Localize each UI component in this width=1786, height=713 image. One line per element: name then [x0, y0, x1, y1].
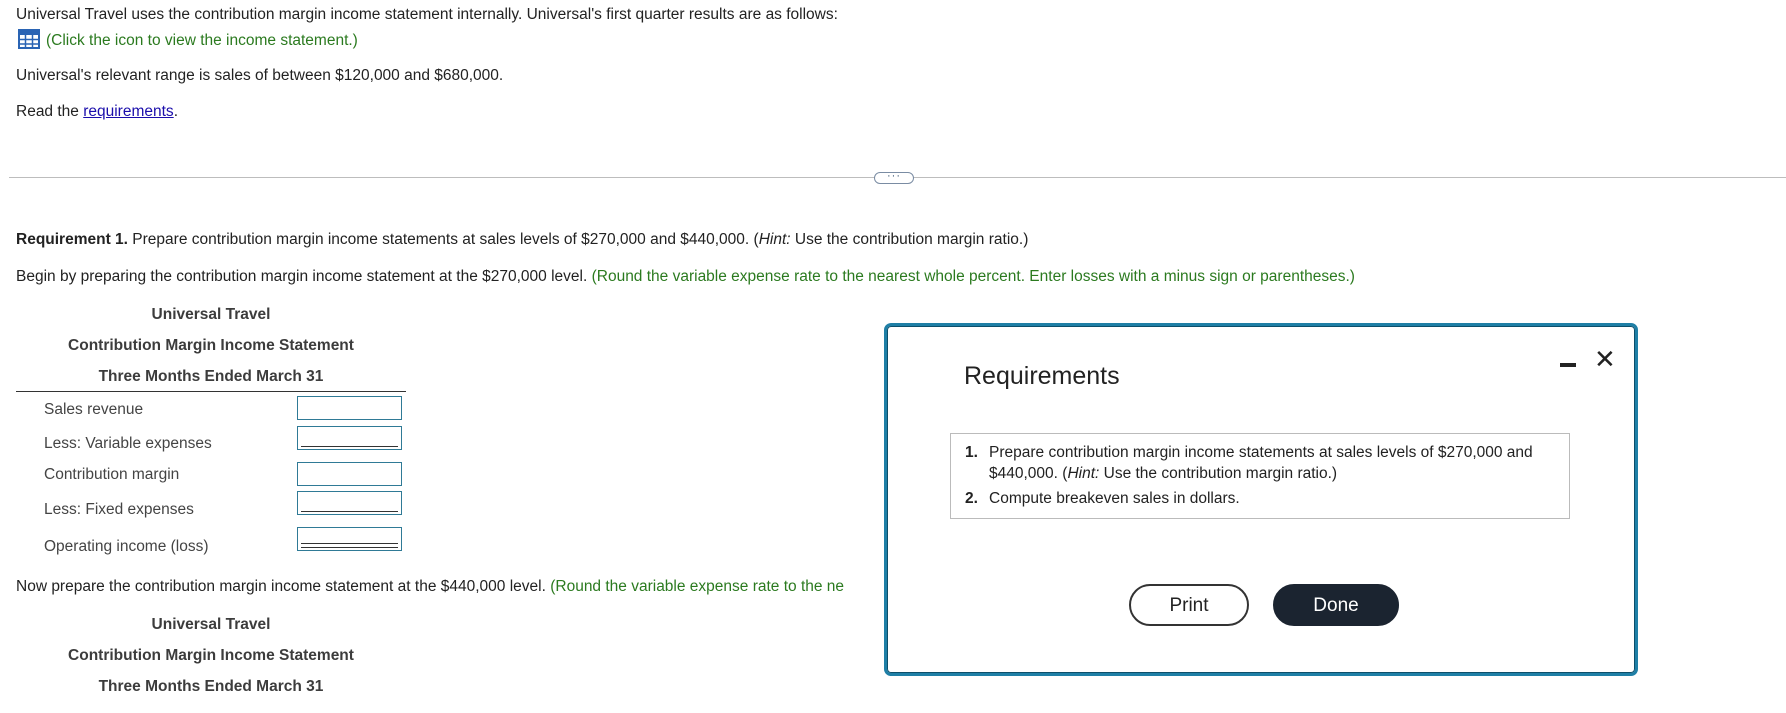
- done-button[interactable]: Done: [1273, 584, 1399, 626]
- requirement-number: 1.: [965, 444, 978, 461]
- requirement-item-1-cont: $440,000. (Hint: Use the contribution ma…: [989, 465, 1337, 483]
- statement2-title: Contribution Margin Income Statement: [68, 647, 354, 664]
- begin-text: Begin by preparing the contribution marg…: [16, 268, 588, 285]
- requirements-list: 1. Prepare contribution margin income sta…: [950, 433, 1570, 519]
- statement1-period: Three Months Ended March 31: [98, 368, 324, 385]
- read-prefix: Read the: [16, 103, 84, 120]
- read-requirements-line: Read the requirements.: [16, 103, 178, 121]
- variable-expenses-input[interactable]: [297, 426, 402, 450]
- row-label-variable-expenses: Less: Variable expenses: [44, 435, 212, 452]
- statement1-company: Universal Travel: [151, 306, 271, 323]
- row-label-contribution-margin: Contribution margin: [44, 466, 180, 483]
- requirement-1-label: Requirement 1.: [16, 231, 128, 248]
- read-suffix: .: [173, 103, 178, 120]
- begin-hint: (Round the variable expense rate to the …: [591, 268, 1355, 285]
- requirement-text-cont: $440,000. (: [989, 465, 1068, 482]
- contribution-margin-input[interactable]: [297, 462, 402, 486]
- hint-word: Hint:: [1067, 465, 1100, 482]
- next-text: Now prepare the contribution margin inco…: [16, 578, 546, 595]
- next-instruction: Now prepare the contribution margin inco…: [16, 578, 844, 596]
- requirement-text: Compute breakeven sales in dollars.: [989, 490, 1240, 507]
- begin-instruction: Begin by preparing the contribution marg…: [16, 268, 1355, 286]
- next-hint: (Round the variable expense rate to the …: [550, 578, 845, 595]
- statement2-period: Three Months Ended March 31: [98, 678, 324, 695]
- view-statement-link[interactable]: (Click the icon to view the income state…: [18, 29, 358, 50]
- minimize-icon[interactable]: [1558, 357, 1578, 371]
- view-statement-text[interactable]: (Click the icon to view the income state…: [46, 32, 358, 49]
- operating-income-input[interactable]: [297, 527, 402, 551]
- requirement-text: Prepare contribution margin income state…: [989, 444, 1533, 461]
- statement1-title: Contribution Margin Income Statement: [68, 337, 354, 354]
- requirements-modal: Requirements ✕ 1. Prepare contribution ma…: [884, 323, 1638, 676]
- close-icon[interactable]: ✕: [1594, 346, 1618, 372]
- requirement-number: 2.: [965, 490, 978, 507]
- statement2-company: Universal Travel: [151, 616, 271, 633]
- requirement-1-body: Prepare contribution margin income state…: [127, 231, 759, 248]
- requirement-1-body-end: Use the contribution margin ratio.): [790, 231, 1029, 248]
- relevant-range-text: Universal's relevant range is sales of b…: [16, 67, 504, 84]
- requirement-text-end: Use the contribution margin ratio.): [1099, 465, 1338, 482]
- row-label-fixed-expenses: Less: Fixed expenses: [44, 501, 194, 518]
- modal-title: Requirements: [964, 362, 1120, 390]
- requirement-item-2: 2. Compute breakeven sales in dollars.: [965, 490, 1240, 508]
- divider-handle[interactable]: ···: [874, 171, 914, 184]
- requirement-item-1: 1. Prepare contribution margin income sta…: [965, 444, 1533, 462]
- row-label-sales-revenue: Sales revenue: [44, 401, 144, 418]
- intro-text: Universal Travel uses the contribution m…: [16, 6, 838, 23]
- hint-word: Hint:: [758, 231, 791, 248]
- table-icon[interactable]: [18, 29, 40, 49]
- sales-revenue-input[interactable]: [297, 396, 402, 420]
- statement1-header-rule: [16, 391, 406, 392]
- print-button[interactable]: Print: [1129, 584, 1249, 626]
- requirements-link[interactable]: requirements: [83, 103, 173, 120]
- row-label-operating-income: Operating income (loss): [44, 538, 209, 555]
- fixed-expenses-input[interactable]: [297, 491, 402, 515]
- requirement-1-text: Requirement 1. Prepare contribution marg…: [16, 231, 1028, 249]
